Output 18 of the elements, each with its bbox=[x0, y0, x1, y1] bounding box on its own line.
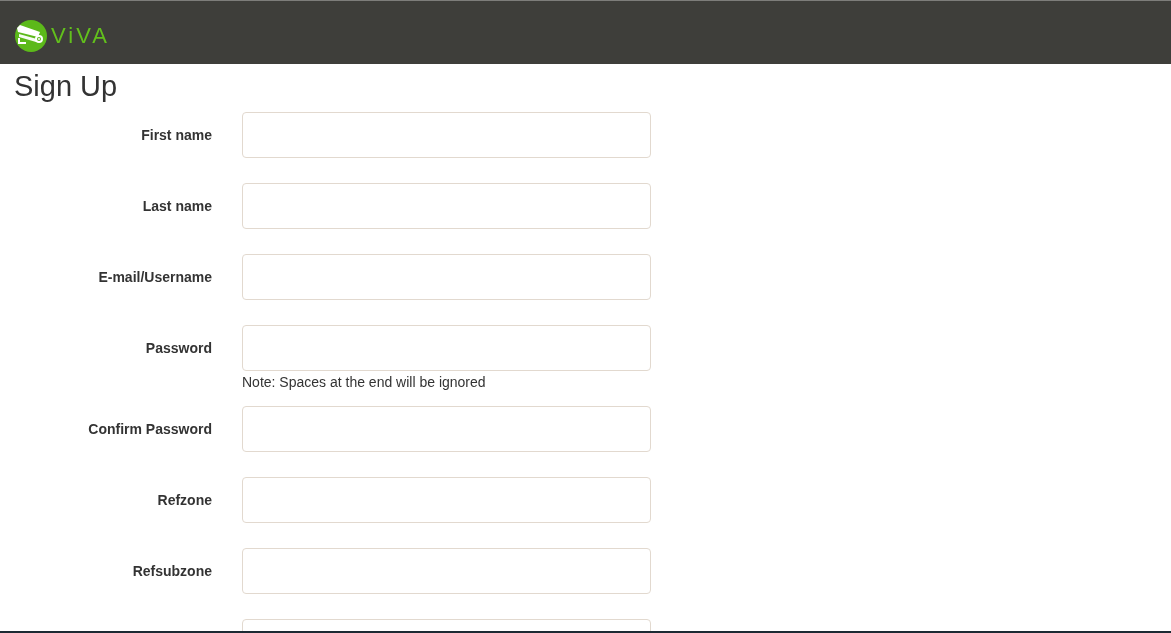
field-label: Refsubzone bbox=[132, 563, 212, 579]
input-field[interactable] bbox=[242, 406, 651, 452]
field-label: Last name bbox=[142, 198, 212, 214]
field-label: First name bbox=[141, 127, 212, 143]
field-label: E-mail/Username bbox=[98, 269, 212, 285]
page-title: Sign Up bbox=[14, 69, 118, 104]
input-field[interactable] bbox=[242, 183, 651, 229]
help-note: Note: Spaces at the end will be ignored bbox=[242, 373, 486, 392]
input-field[interactable] bbox=[242, 254, 651, 300]
input-field[interactable] bbox=[242, 112, 651, 158]
field-label: Refzone bbox=[157, 492, 212, 508]
logo-text: ViVA bbox=[51, 23, 110, 49]
input-field[interactable] bbox=[242, 477, 651, 523]
camera-logo-icon bbox=[14, 20, 48, 52]
input-field[interactable] bbox=[242, 548, 651, 594]
field-label: Confirm Password bbox=[88, 421, 212, 437]
input-field[interactable] bbox=[242, 325, 651, 371]
field-label: Password bbox=[145, 340, 212, 356]
